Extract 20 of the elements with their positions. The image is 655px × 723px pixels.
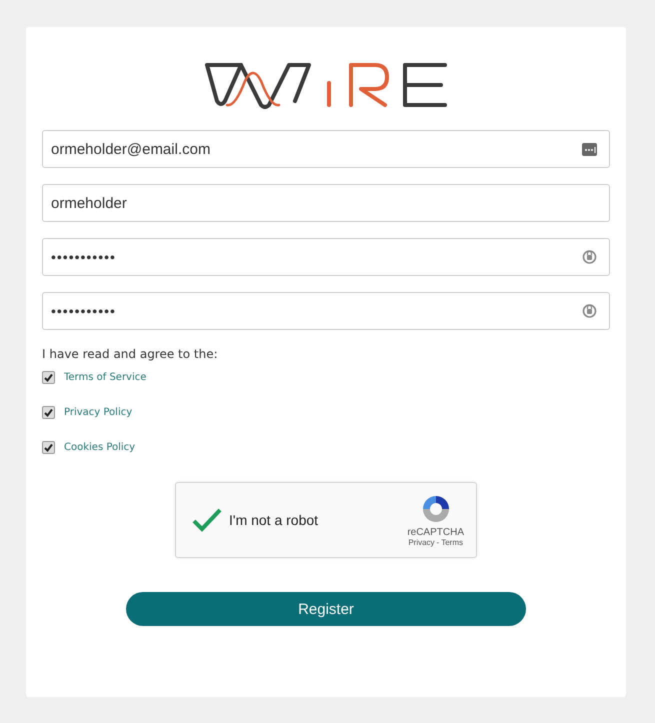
key-icon[interactable]: [582, 249, 597, 265]
policy-link[interactable]: Terms of Service: [64, 372, 146, 382]
key-icon[interactable]: [582, 303, 597, 319]
policy-link[interactable]: Cookies Policy: [64, 442, 136, 452]
recaptcha-label: reCAPTCHA: [407, 527, 464, 538]
autofill-icon[interactable]: [582, 142, 597, 156]
input-field[interactable]: ormeholder: [42, 184, 610, 222]
separator: -: [436, 538, 440, 547]
input-field[interactable]: ormeholder@email.com: [42, 130, 610, 168]
input-field[interactable]: •••••••••••: [42, 292, 610, 330]
checkbox[interactable]: [42, 440, 55, 454]
checkbox[interactable]: [42, 406, 55, 418]
input-field[interactable]: •••••••••••: [42, 238, 610, 276]
register-button[interactable]: Register: [126, 592, 526, 626]
policy-link[interactable]: Privacy Policy: [64, 406, 132, 418]
checkbox[interactable]: [42, 370, 55, 384]
agreement-label: I have read and agree to the:: [42, 347, 219, 361]
captcha-label: I'm not a robot: [229, 512, 320, 528]
terms-link[interactable]: Terms: [441, 538, 463, 547]
privacy-link[interactable]: Privacy: [408, 538, 435, 547]
